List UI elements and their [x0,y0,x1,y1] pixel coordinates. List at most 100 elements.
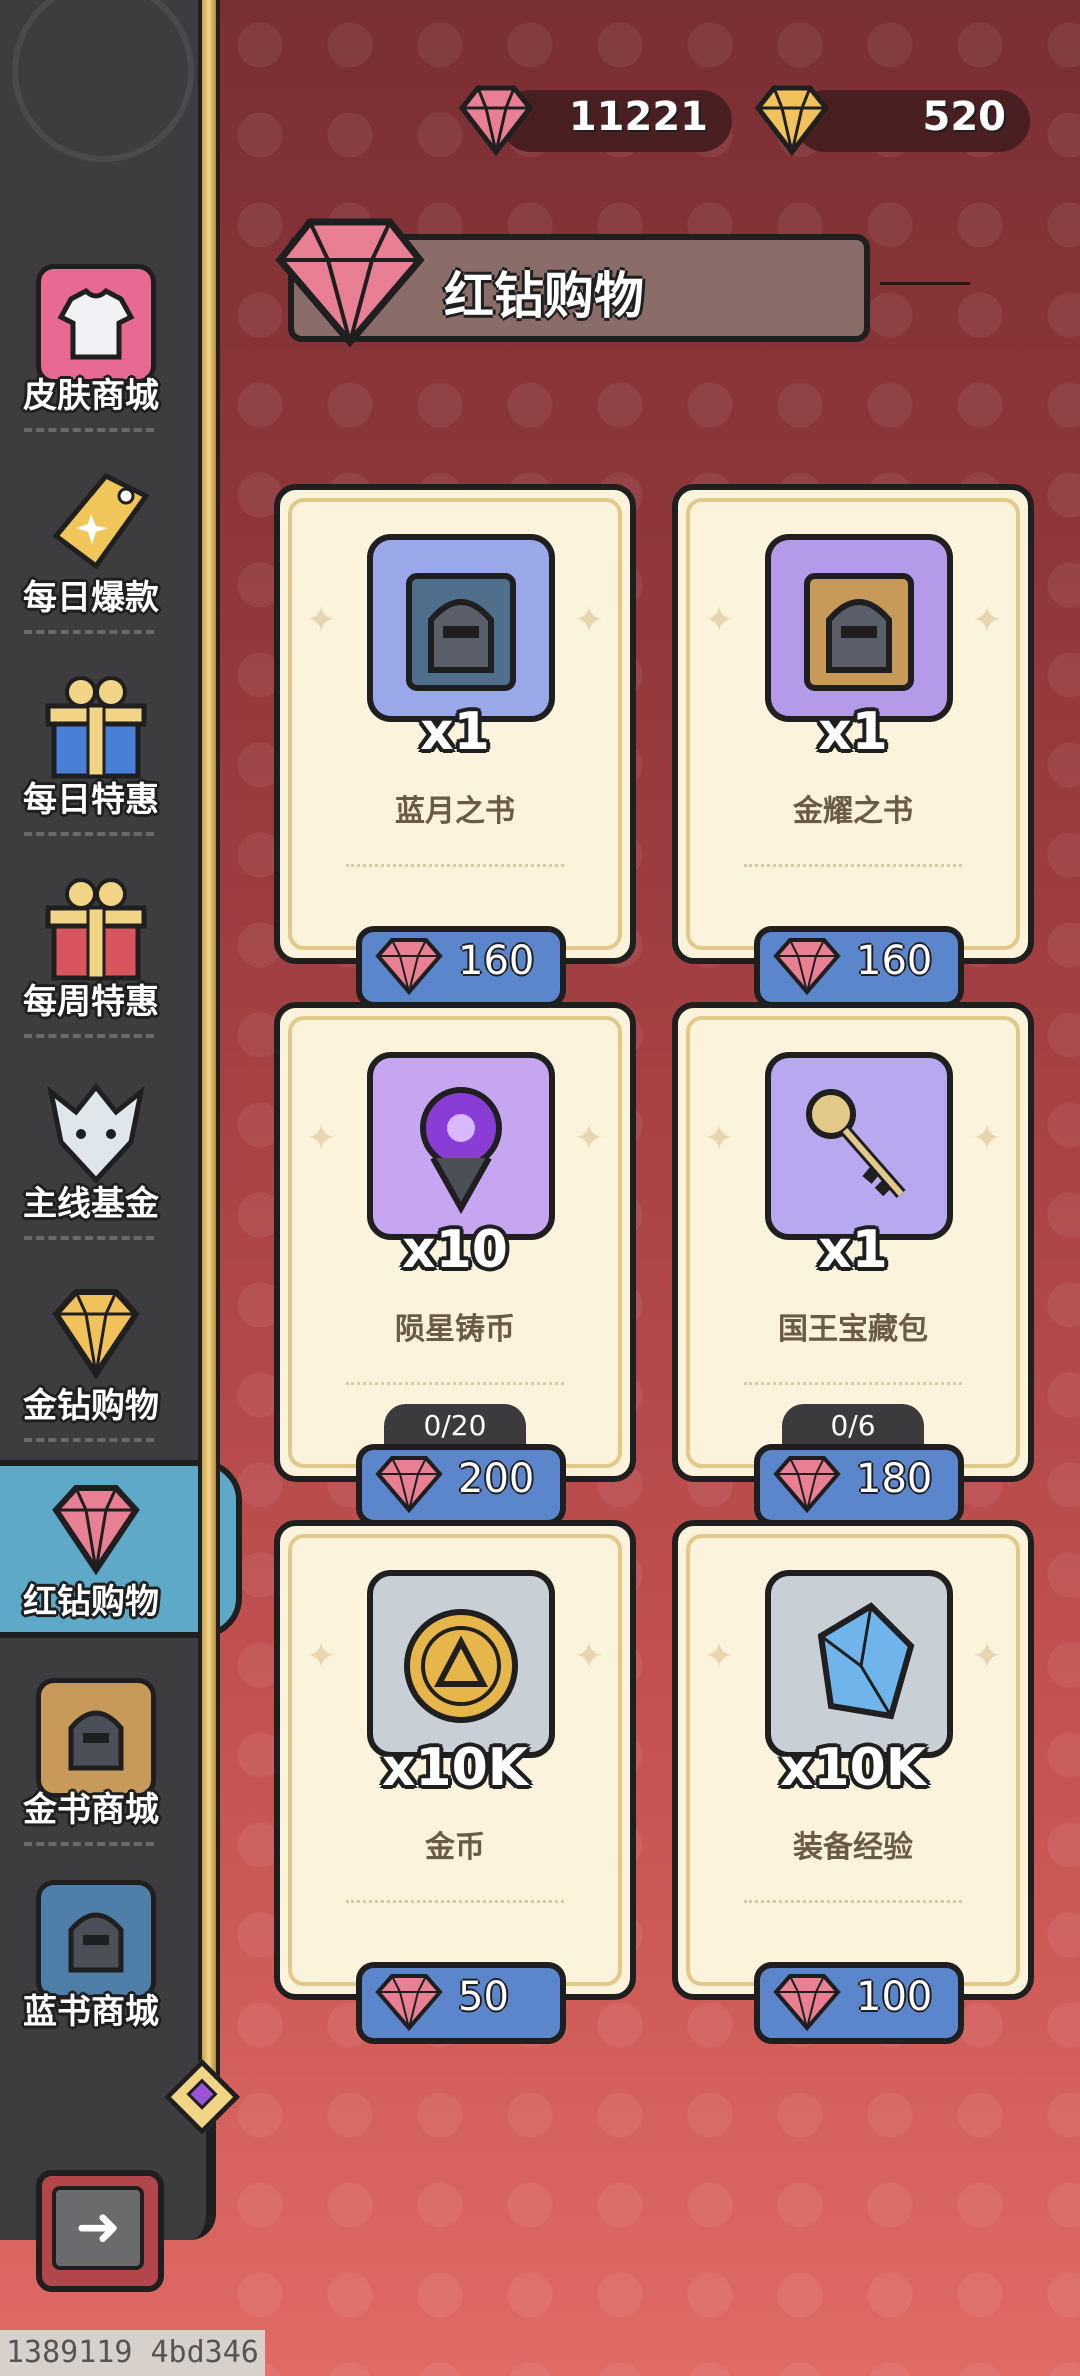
sidebar-item-label: 每周特惠 [23,982,159,1022]
shop-item-card[interactable]: ✦ ✦ x1 金耀之书 160 [672,484,1034,1008]
item-quantity: x10K [381,1738,529,1798]
wolf-head-icon [36,1072,146,1184]
red-gem-amount: 11221 [568,94,708,140]
item-name: 国王宝藏包 [778,1312,928,1347]
blue-book-icon [36,1880,156,2000]
sidebar-item-label: 金钻购物 [23,1386,159,1426]
title-decoration [880,282,970,285]
gold-gem-amount: 520 [922,94,1007,140]
sidebar-item-gold-diamond-shop[interactable]: 金钻购物 [0,1260,182,1450]
sidebar-item-gold-book-shop[interactable]: 金书商城 [0,1664,182,1854]
shop-item-card[interactable]: ✦ ✦ x1 国王宝藏包 0/6 180 [672,1002,1034,1526]
watermark-text: 1389119 4bd346 [0,2330,265,2376]
sidebar-item-label: 皮肤商城 [23,376,159,416]
sparkle-icon: ✦ [573,600,604,641]
red-gem-icon [374,936,444,1000]
sparkle-icon: ✦ [704,1118,735,1159]
item-name: 蓝月之书 [395,794,515,829]
page-title: 红钻购物 [444,267,644,325]
sidebar-item-daily-deal[interactable]: 每日特惠 [0,654,182,844]
shop-item-card[interactable]: ✦ ✦ x10K 金币 50 [274,1520,636,2044]
gift-box-blue-icon [36,668,147,779]
shirt-icon [36,264,156,384]
price-value: 50 [458,1974,509,2020]
buy-button[interactable]: 160 [356,926,566,1008]
sidebar-item-label: 主线基金 [23,1184,159,1224]
sidebar-border [198,0,220,2110]
divider [346,864,564,867]
buy-button[interactable]: 180 [754,1444,964,1526]
shop-item-card[interactable]: ✦ ✦ x10K 装备经验 100 [672,1520,1034,2044]
sparkle-icon: ✦ [971,1118,1002,1159]
buy-button[interactable]: 200 [356,1444,566,1526]
buy-button[interactable]: 100 [754,1962,964,2044]
divider [744,1382,962,1385]
sparkle-icon: ✦ [704,600,735,641]
sidebar-item-skin-shop[interactable]: 皮肤商城 [0,250,182,440]
divider [744,864,962,867]
divider [24,1236,154,1240]
red-gem-icon [374,1972,444,2036]
red-gem-icon [374,1454,444,1518]
sparkle-icon: ✦ [306,1118,337,1159]
key-icon [765,1052,953,1240]
price-value: 180 [856,1456,933,1502]
red-gem-icon [772,1972,842,2036]
red-gem-icon [456,82,536,158]
back-button[interactable]: ➜ [36,2170,164,2292]
back-arrow-icon: ➜ [52,2186,144,2270]
gold-book-icon [765,534,953,722]
item-quantity: x10K [779,1738,927,1798]
sidebar-item-label: 金书商城 [23,1790,159,1830]
sparkle-icon: ✦ [306,600,337,641]
sidebar-item-label: 蓝书商城 [23,1992,159,2032]
item-name: 金耀之书 [793,794,913,829]
divider [24,1842,154,1846]
sparkle-icon: ✦ [573,1636,604,1677]
sidebar-item-weekly-deal[interactable]: 每周特惠 [0,856,182,1046]
red-gem-icon [772,936,842,1000]
red-gem-icon [772,1454,842,1518]
sidebar-item-label: 每日爆款 [23,578,159,618]
red-diamond-icon [36,1470,146,1580]
purchase-limit-badge: 0/20 [384,1404,526,1448]
sidebar-item-blue-book-shop[interactable]: 蓝书商城 [0,1866,182,2056]
price-value: 200 [458,1456,535,1502]
sidebar-item-daily-hot[interactable]: 每日爆款 [0,452,182,642]
price-value: 160 [856,938,933,984]
sparkle-icon: ✦ [971,600,1002,641]
sidebar-item-label: 红钻购物 [23,1582,159,1622]
divider [24,1438,154,1442]
shop-item-card[interactable]: ✦ ✦ x1 蓝月之书 160 [274,484,636,1008]
sidebar-emblem [12,0,194,162]
sparkle-icon: ✦ [704,1636,735,1677]
gold-diamond-icon [36,1274,146,1384]
gift-box-red-icon [36,870,147,981]
price-value: 100 [856,1974,933,2020]
sparkle-icon: ✦ [971,1636,1002,1677]
divider [24,428,154,432]
item-name: 金币 [425,1830,485,1865]
meteor-coin-icon [367,1052,555,1240]
sidebar-item-main-fund[interactable]: 主线基金 [0,1058,182,1248]
price-tag-icon [36,466,150,576]
gold-coin-icon [367,1570,555,1758]
blue-moon-book-icon [367,534,555,722]
buy-button[interactable]: 160 [754,926,964,1008]
sidebar: 皮肤商城 每日爆款 每日特惠 每周特惠 主线基金 金钻购物 红钻购物 金书商城 … [0,0,242,2240]
divider [24,1034,154,1038]
item-quantity: x1 [818,1220,888,1280]
gold-gem-icon [752,82,832,158]
shop-item-card[interactable]: ✦ ✦ x10 陨星铸币 0/20 200 [274,1002,636,1526]
buy-button[interactable]: 50 [356,1962,566,2044]
divider [346,1382,564,1385]
gold-book-icon [36,1678,156,1798]
purchase-limit-badge: 0/6 [782,1404,924,1448]
price-value: 160 [458,938,535,984]
item-quantity: x1 [818,702,888,762]
item-quantity: x10 [402,1220,508,1280]
divider [346,1900,564,1903]
sidebar-item-label: 每日特惠 [23,780,159,820]
sparkle-icon: ✦ [573,1118,604,1159]
item-quantity: x1 [420,702,490,762]
